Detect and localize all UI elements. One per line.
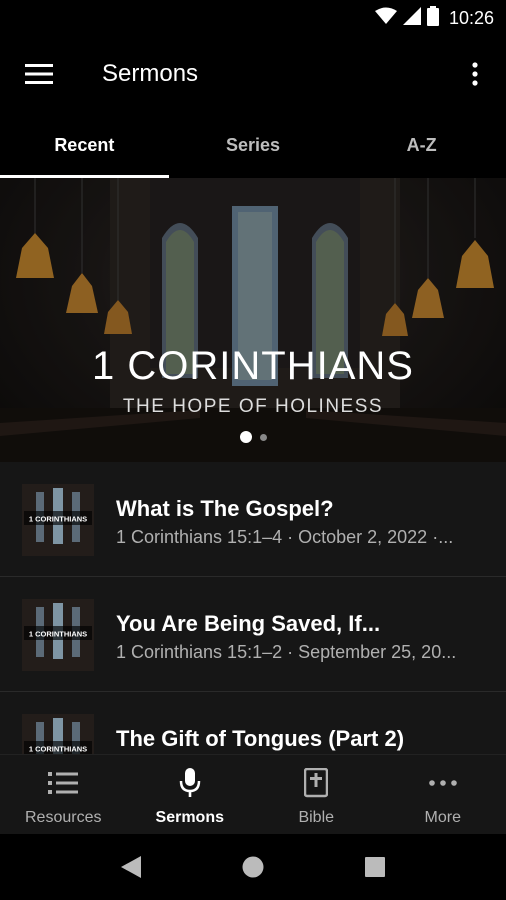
sermon-title: The Gift of Tongues (Part 2) [116, 726, 405, 751]
nav-label: Sermons [155, 809, 224, 826]
carousel-dot[interactable] [259, 433, 267, 441]
nav-resources[interactable]: Resources [0, 755, 127, 834]
list-item[interactable]: 1 CORINTHIANS You Are Being Saved, If...… [0, 577, 506, 692]
nav-sermons[interactable]: Sermons [127, 755, 254, 834]
microphone-icon [179, 767, 201, 799]
sermon-thumbnail: 1 CORINTHIANS [22, 599, 94, 671]
nav-bible[interactable]: Bible [253, 755, 380, 834]
bible-icon [304, 767, 329, 799]
sermon-title: You Are Being Saved, If... [116, 611, 381, 636]
system-navigation-bar [0, 834, 506, 900]
sermon-thumbnail: 1 CORINTHIANS [22, 714, 94, 754]
tab-recent[interactable]: Recent [0, 112, 169, 178]
nav-label: Bible [298, 809, 335, 826]
nav-label: Resources [25, 809, 102, 826]
status-time: 10:26 [448, 7, 494, 28]
sermon-thumbnail: 1 CORINTHIANS [22, 484, 94, 556]
church-interior-image [0, 178, 506, 462]
status-bar: 10:26 [0, 0, 506, 36]
list-icon [48, 767, 79, 799]
wifi-icon [374, 7, 397, 30]
battery-icon [426, 5, 439, 31]
tab-bar: Recent Series A-Z [0, 112, 506, 178]
home-icon[interactable] [233, 847, 273, 887]
signal-icon [402, 6, 421, 30]
status-icons: 10:26 [374, 5, 494, 31]
hero-title: 1 CORINTHIANS [92, 344, 414, 388]
carousel-indicator [0, 431, 506, 443]
nav-label: More [424, 809, 461, 826]
more-vertical-icon[interactable] [460, 58, 490, 90]
sermon-title: What is The Gospel? [116, 496, 334, 521]
list-item[interactable]: 1 CORINTHIANS What is The Gospel? 1 Cori… [0, 462, 506, 577]
app-bar: Sermons [0, 36, 506, 112]
thumbnail-label: 1 CORINTHIANS [29, 745, 87, 754]
back-icon[interactable] [111, 847, 151, 887]
nav-more[interactable]: More [380, 755, 506, 834]
tab-a-z[interactable]: A-Z [337, 112, 506, 178]
hero-subtitle: THE HOPE OF HOLINESS [122, 396, 384, 417]
recents-icon[interactable] [355, 847, 395, 887]
more-horizontal-icon [428, 767, 457, 799]
carousel-dot-active[interactable] [239, 431, 252, 443]
list-item[interactable]: 1 CORINTHIANS The Gift of Tongues (Part … [0, 692, 506, 754]
sermon-list: 1 CORINTHIANS What is The Gospel? 1 Cori… [0, 462, 506, 754]
bottom-navigation: Resources Sermons Bible More [0, 754, 506, 834]
page-title: Sermons [102, 60, 199, 87]
hero-banner[interactable]: 1 CORINTHIANS THE HOPE OF HOLINESS [0, 178, 506, 462]
sermon-subtitle: 1 Corinthians 15:1–2 · September 25, 20.… [116, 642, 457, 662]
thumbnail-label: 1 CORINTHIANS [29, 630, 87, 639]
sermon-subtitle: 1 Corinthians 15:1–4 · October 2, 2022 ·… [116, 527, 454, 547]
tab-series[interactable]: Series [169, 112, 338, 178]
thumbnail-label: 1 CORINTHIANS [29, 515, 87, 524]
hamburger-menu-icon[interactable] [22, 60, 56, 88]
